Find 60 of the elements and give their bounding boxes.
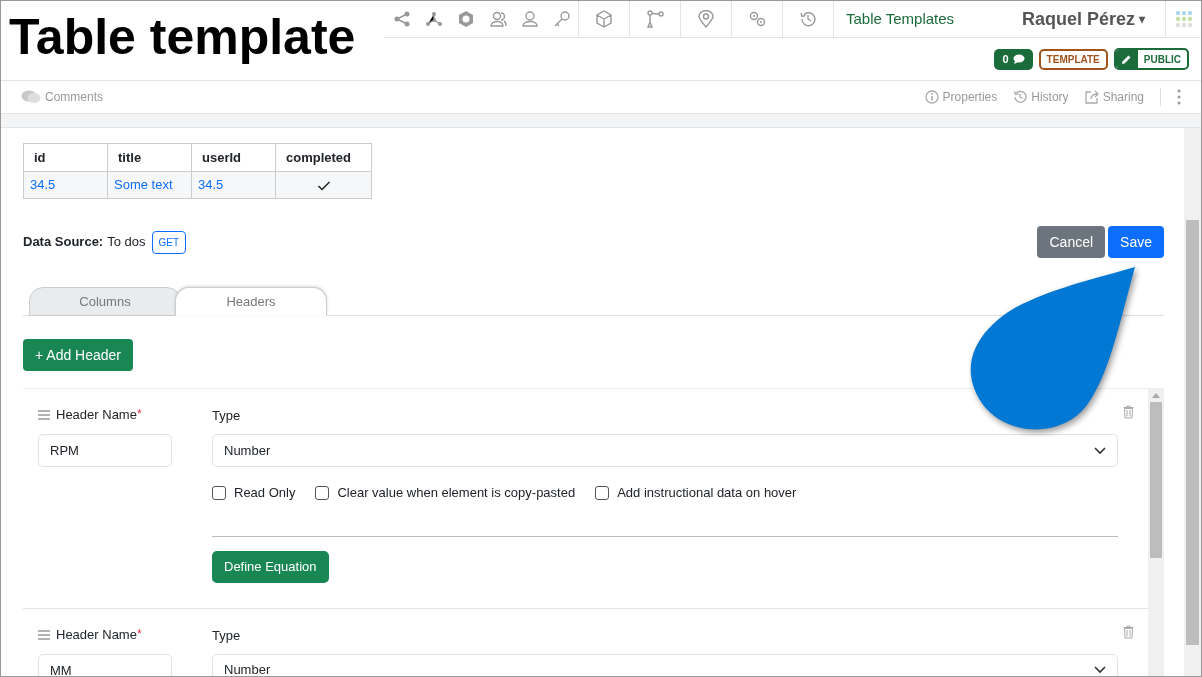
field-label: Type (212, 626, 242, 644)
type-select[interactable]: Number (212, 434, 1118, 467)
column-header: id (23, 143, 108, 172)
section-title: Table Templates (846, 8, 955, 29)
hexagon-icon[interactable] (457, 10, 475, 28)
user-icon[interactable] (521, 10, 539, 28)
speech-bubbles-icon (21, 90, 41, 104)
data-source-label: Data Source: (23, 233, 104, 252)
more-options-icon[interactable] (1177, 89, 1181, 105)
field-label: Header Name* (56, 406, 142, 425)
chevron-down-icon (1094, 666, 1106, 674)
history-icon (1013, 90, 1028, 104)
visibility-badge[interactable]: PUBLIC (1113, 48, 1189, 70)
page-scrollbar[interactable] (1184, 128, 1201, 676)
add-header-button[interactable]: + Add Header (23, 339, 133, 371)
template-badge: TEMPLATE (1038, 48, 1108, 70)
app-grid-icon[interactable] (1174, 10, 1193, 28)
branch-icon[interactable] (646, 10, 664, 28)
header-name-field[interactable]: MM (38, 653, 172, 676)
properties-button[interactable]: Properties (924, 88, 998, 106)
map-pin-icon[interactable] (697, 10, 715, 28)
data-source-value: To dos (107, 233, 146, 252)
column-header: completed (275, 143, 372, 172)
cancel-button[interactable]: Cancel (1037, 226, 1106, 258)
column-header: title (107, 143, 192, 172)
header-name-field[interactable]: RPM (38, 434, 172, 467)
table-cell: 34.5 (23, 171, 108, 199)
chevron-down-icon (1094, 446, 1106, 455)
history-icon[interactable] (799, 10, 817, 28)
trash-icon[interactable] (1123, 624, 1134, 639)
comments-button[interactable]: Comments (21, 88, 103, 106)
key-icon[interactable] (553, 10, 571, 28)
checkbox-option[interactable]: Clear value when element is copy-pasted (315, 483, 576, 503)
method-badge: GET (151, 230, 187, 254)
users-icon[interactable] (489, 10, 507, 28)
comment-count-badge: 0 (994, 48, 1033, 70)
drag-handle-icon[interactable] (38, 629, 50, 640)
history-button[interactable]: History (1013, 88, 1069, 106)
table-cell: 34.5 (191, 171, 276, 199)
sharing-button[interactable]: Sharing (1084, 88, 1144, 106)
field-label: Type (212, 407, 242, 424)
tab[interactable]: Headers (175, 287, 327, 316)
cube-icon[interactable] (595, 10, 613, 28)
drag-handle-icon[interactable] (38, 410, 50, 420)
inner-scrollbar[interactable] (1148, 389, 1164, 676)
column-header: userId (191, 143, 276, 172)
nodes-icon[interactable] (425, 10, 443, 28)
scroll-up-arrow-icon[interactable] (1152, 393, 1160, 398)
save-button[interactable]: Save (1108, 226, 1164, 258)
info-icon (924, 90, 939, 104)
type-select[interactable]: Number (212, 653, 1118, 676)
define-equation-button[interactable]: Define Equation (212, 550, 329, 583)
share-out-icon (1084, 90, 1099, 104)
share-icon[interactable] (393, 10, 411, 28)
checkbox-option[interactable]: Add instructional data on hover (595, 483, 797, 503)
table-cell: Some text (107, 171, 192, 199)
user-menu[interactable]: Raquel Pérez ▾ (1021, 5, 1145, 33)
trash-icon[interactable] (1123, 405, 1134, 419)
checkbox-option[interactable]: Read Only (212, 483, 296, 503)
field-label: Header Name* (56, 625, 142, 644)
